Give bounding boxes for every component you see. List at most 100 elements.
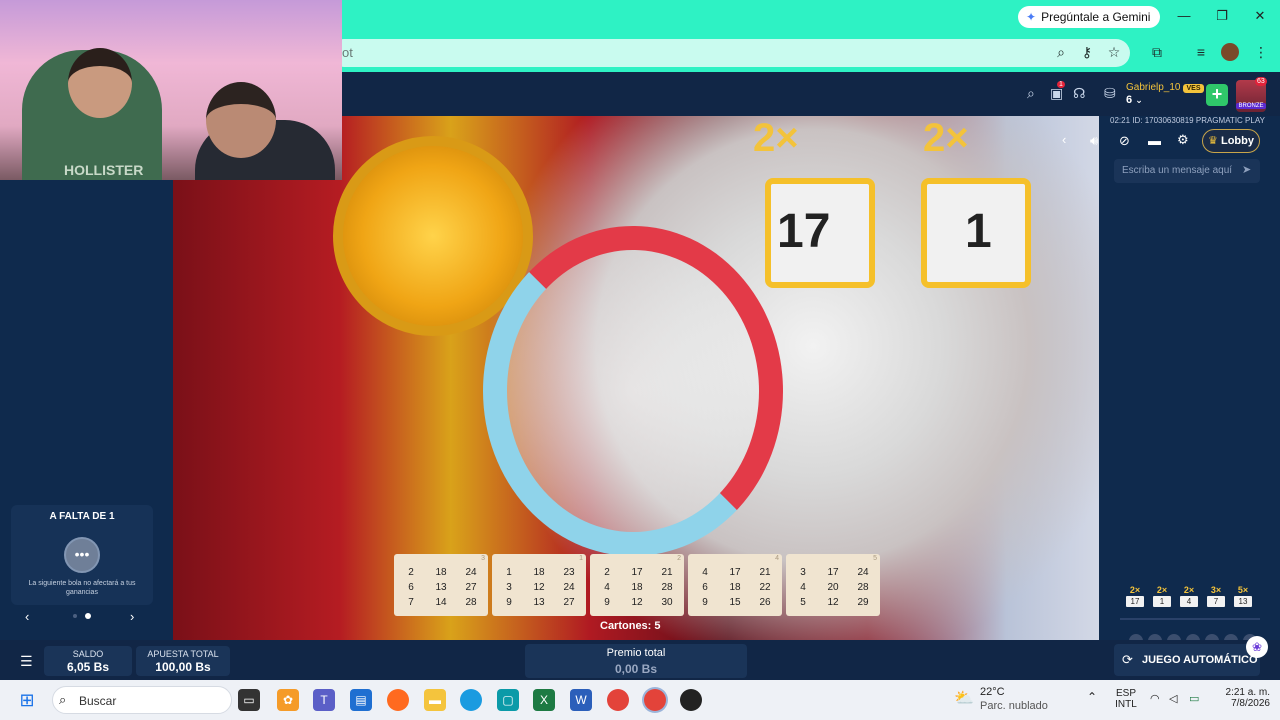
chrome-active-icon[interactable] (644, 689, 666, 711)
card-cell: 4 (702, 567, 708, 578)
card-cell: 18 (533, 567, 545, 578)
chat-input[interactable]: Escriba un mensaje aquí (1114, 159, 1260, 183)
video-off-icon[interactable]: ⊘ (1119, 133, 1130, 149)
profile-avatar[interactable] (1221, 43, 1239, 61)
prev-arrow-icon[interactable]: ‹ (25, 609, 29, 624)
bingo-card: 2 2 17 21 4 18 28 9 12 30 (590, 554, 684, 616)
media-icon[interactable]: ≡ (1192, 44, 1210, 60)
windows-taskbar: ⊞ ⌕ Buscar ▭ ✿ T ▤ ▬ ▢ X W ⛅ 22°C Parc. … (0, 680, 1280, 720)
multiplier-number: 1 (1153, 596, 1171, 607)
edge-icon[interactable] (460, 689, 482, 711)
card-cell: 24 (465, 567, 477, 578)
card-index: 1 (579, 555, 583, 562)
next-arrow-icon[interactable]: › (130, 609, 134, 624)
key-icon[interactable]: ⚷ (1078, 44, 1096, 61)
language-indicator[interactable]: ESP INTL (1114, 688, 1138, 710)
pager-dots (73, 613, 91, 619)
settings-gear-icon[interactable]: ⚙ (1177, 132, 1189, 148)
store-icon[interactable]: ▤ (350, 689, 372, 711)
clock-time: 2:21 a. m. (1225, 687, 1270, 698)
ask-gemini-button[interactable]: ✦ Pregúntale a Gemini (1018, 6, 1161, 28)
restore-icon[interactable]: ❐ (1210, 8, 1234, 24)
card-cell: 4 (604, 582, 610, 593)
word-icon[interactable]: W (570, 689, 592, 711)
multiplier-value: 3× (1210, 585, 1222, 595)
url-text: ot (342, 45, 353, 60)
app-dark-icon[interactable] (680, 689, 702, 711)
deposit-plus-button[interactable]: + (1206, 84, 1228, 106)
search-icon[interactable]: ⌕ (1027, 85, 1035, 102)
multiplier-item: 2× 17 (1124, 585, 1146, 608)
multiplier-value: 2× (1156, 585, 1168, 595)
bingo-cards: 3 2 18 24 6 13 27 7 14 28 1 1 18 23 3 12 24 9 13 27 2 2 17 21 4 1… (394, 554, 880, 616)
clock-date: 7/8/2026 (1231, 698, 1270, 709)
headset-icon[interactable]: ☊ (1073, 85, 1085, 102)
chat-icon[interactable]: ▬ (1148, 133, 1161, 148)
card-cell: 7 (408, 597, 414, 608)
teams-icon[interactable]: T (313, 689, 335, 711)
card-cell: 20 (827, 582, 839, 593)
zoom-icon[interactable]: ⌕ (1052, 44, 1070, 61)
weather-desc: Parc. nublado (980, 700, 1048, 712)
card-cell: 22 (759, 582, 771, 593)
windows-start-icon[interactable]: ⊞ (16, 689, 38, 711)
card-cell: 13 (435, 582, 447, 593)
lobby-button[interactable]: ♛ Lobby (1202, 129, 1260, 153)
falta-panel: A FALTA DE 1 ••• La siguiente bola no af… (11, 505, 153, 605)
card-cell: 12 (827, 597, 839, 608)
stream-info: 02:21 ID: 17030630819 PRAGMATIC PLAY (1110, 116, 1265, 125)
currency-badge: VES (1183, 84, 1204, 93)
back-chevron-icon[interactable]: ‹ (1062, 132, 1066, 147)
chevron-down-icon: ⌄ (1135, 95, 1143, 105)
copilot-icon[interactable]: ✿ (277, 689, 299, 711)
user-info[interactable]: Gabrielp_10 VES 6 ⌄ (1126, 82, 1204, 106)
card-cell: 14 (435, 597, 447, 608)
extensions-icon[interactable]: ⧉ (1148, 44, 1166, 61)
taskbar-search[interactable]: ⌕ Buscar (52, 686, 232, 714)
volume-icon[interactable]: ◁ (1169, 692, 1177, 705)
chrome-icon[interactable] (607, 689, 629, 711)
card-cell: 17 (631, 567, 643, 578)
card-cell: 6 (702, 582, 708, 593)
multiplier-item: 5× 13 (1232, 585, 1254, 608)
firefox-icon[interactable] (387, 689, 409, 711)
card-cell: 3 (506, 582, 512, 593)
card-cell: 30 (661, 597, 673, 608)
person-right-head (206, 82, 276, 158)
tray-chevron-icon[interactable]: ⌃ (1087, 690, 1097, 704)
menu-dots-icon[interactable]: ⋮ (1252, 44, 1270, 61)
user-level: 6 (1126, 94, 1133, 106)
card-cell: 5 (800, 597, 806, 608)
task-view-icon[interactable]: ▭ (238, 689, 260, 711)
video-mult-1: 2× (753, 116, 799, 160)
webcam-overlay: HOLLISTER (0, 0, 342, 180)
close-icon[interactable]: ✕ (1248, 8, 1272, 24)
apuesta-box: APUESTA TOTAL 100,00 Bs (136, 646, 230, 676)
send-icon[interactable]: ➤ (1242, 163, 1251, 176)
minimize-icon[interactable]: — (1172, 8, 1196, 23)
sound-icon[interactable]: 🔊︎ (1090, 133, 1098, 149)
clock[interactable]: 2:21 a. m. 7/8/2026 (1214, 687, 1270, 709)
widget-icon[interactable]: ❀ (1246, 636, 1268, 658)
multiplier-number: 17 (1126, 596, 1144, 607)
excel-icon[interactable]: X (533, 689, 555, 711)
wifi-icon[interactable]: ◠ (1150, 692, 1160, 705)
app-icon[interactable]: ▢ (497, 689, 519, 711)
card-cell: 17 (827, 567, 839, 578)
menu-icon[interactable]: ☰ (20, 653, 33, 670)
battery-icon[interactable]: ▭ (1189, 692, 1199, 705)
file-explorer-icon[interactable]: ▬ (424, 689, 446, 711)
multiplier-number: 13 (1234, 596, 1252, 607)
card-cell: 9 (604, 597, 610, 608)
auto-play-button[interactable]: JUEGO AUTOMÁTICO (1114, 644, 1260, 676)
bingo-card: 3 2 18 24 6 13 27 7 14 28 (394, 554, 488, 616)
bingo-drum (483, 226, 783, 556)
gemini-icon: ✦ (1026, 10, 1037, 24)
card-cell: 26 (759, 597, 771, 608)
card-cell: 28 (857, 582, 869, 593)
card-index: 5 (873, 555, 877, 562)
username: Gabrielp_10 (1126, 82, 1181, 93)
card-cell: 2 (604, 567, 610, 578)
bookmark-star-icon[interactable]: ☆ (1105, 44, 1123, 61)
address-bar[interactable]: ot (330, 39, 1130, 67)
